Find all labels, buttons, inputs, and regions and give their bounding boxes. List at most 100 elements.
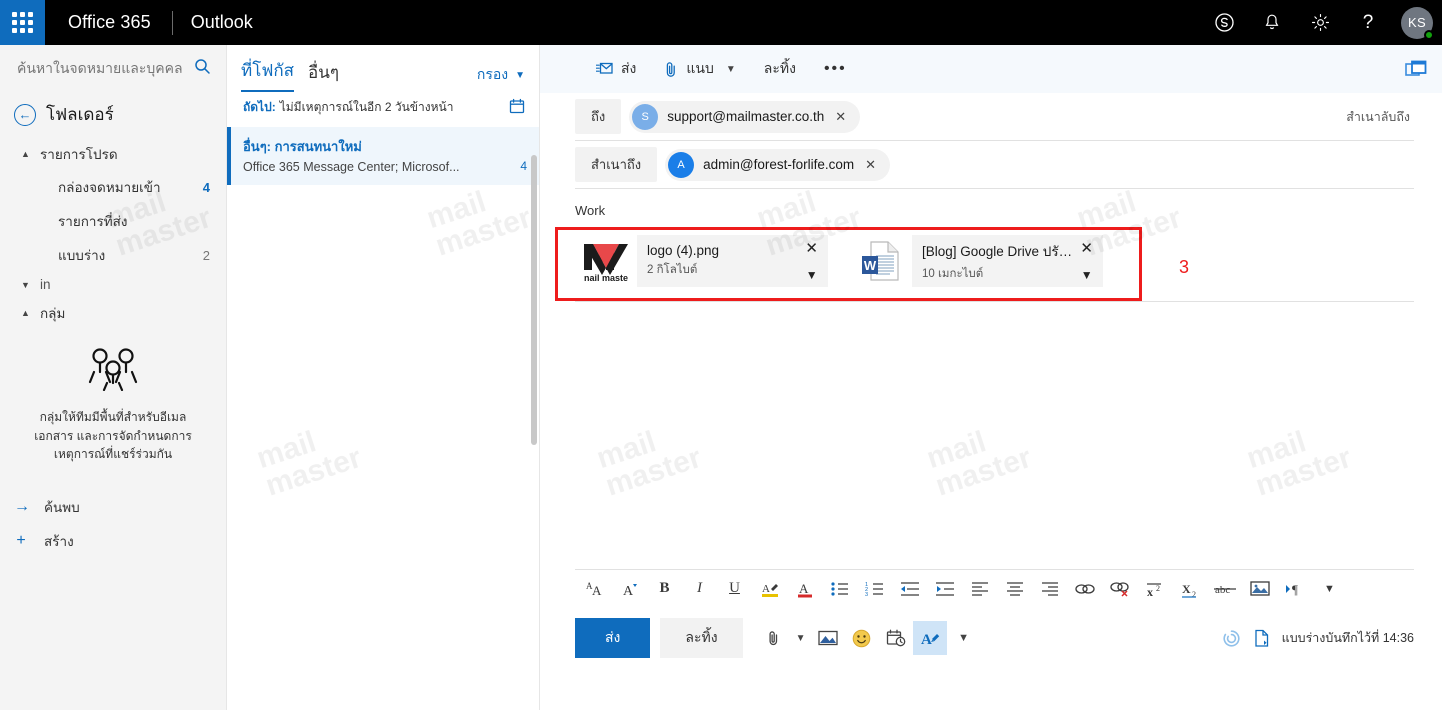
- sidebar-item-drafts[interactable]: แบบร่าง 2: [0, 238, 226, 272]
- remove-link-icon[interactable]: [1102, 572, 1137, 606]
- discard-toolbar-button[interactable]: ละทิ้ง: [750, 52, 810, 86]
- skype-icon[interactable]: [1200, 0, 1248, 45]
- attachment-item[interactable]: nail maste logo (4).png 2 กิโลไบต์ ✕ ▼: [575, 235, 828, 287]
- draft-saved-text: แบบร่างบันทึกไว้ที่ 14:36: [1281, 631, 1414, 645]
- chevron-down-icon[interactable]: ▼: [806, 269, 818, 281]
- insert-link-icon[interactable]: [1067, 572, 1102, 606]
- calendar-icon[interactable]: [509, 98, 525, 117]
- strikethrough-icon[interactable]: abc: [1207, 572, 1242, 606]
- cc-field-row[interactable]: สำเนาถึง A admin@forest-forlife.com ✕: [575, 141, 1414, 189]
- to-field-row[interactable]: ถึง S support@mailmaster.co.th ✕ สำเนาลั…: [575, 93, 1414, 141]
- sidebar-item-sent[interactable]: รายการที่ส่ง: [0, 204, 226, 238]
- compose-pane: ส่ง แนบ ▼ ละทิ้ง ••• ถึง S support@mailm…: [540, 45, 1442, 710]
- italic-icon[interactable]: I: [682, 572, 717, 606]
- app-name-label[interactable]: Outlook: [191, 12, 253, 33]
- emoji-icon[interactable]: [845, 621, 879, 655]
- decrease-indent-icon[interactable]: [892, 572, 927, 606]
- bold-icon[interactable]: B: [647, 572, 682, 606]
- search-icon[interactable]: [190, 58, 214, 80]
- more-ellipsis-icon[interactable]: •••: [810, 58, 861, 80]
- cc-label[interactable]: สำเนาถึง: [575, 147, 658, 182]
- list-item[interactable]: อื่นๆ: การสนทนาใหม่ Office 365 Message C…: [227, 127, 539, 186]
- search-input[interactable]: ค้นหาในจดหมายและบุคคล: [17, 58, 190, 80]
- attach-toolbar-button[interactable]: แนบ ▼: [650, 52, 749, 86]
- search-bar[interactable]: ค้นหาในจดหมายและบุคคล: [0, 45, 226, 93]
- message-list-scrollbar[interactable]: [531, 155, 537, 445]
- sidebar-group-label: in: [40, 277, 51, 292]
- sidebar-group-in[interactable]: ▼ in: [0, 272, 226, 297]
- header-divider: [171, 10, 173, 35]
- help-question-icon[interactable]: ?: [1344, 0, 1392, 45]
- nail-master-logo-thumbnail: nail maste: [575, 235, 637, 287]
- attachment-name: logo (4).png: [647, 243, 720, 258]
- close-icon[interactable]: ✕: [805, 241, 818, 256]
- avatar[interactable]: KS: [1392, 0, 1442, 45]
- annotation-step-number: 3: [1179, 257, 1190, 277]
- attach-toolbar-label: แนบ: [686, 60, 714, 76]
- align-left-icon[interactable]: [962, 572, 997, 606]
- schedule-later-icon[interactable]: [879, 621, 913, 655]
- draft-status: แบบร่างบันทึกไว้ที่ 14:36: [1222, 628, 1414, 648]
- text-direction-icon[interactable]: ¶: [1277, 572, 1312, 606]
- chevron-down-icon: ▼: [21, 279, 30, 290]
- sidebar-item-count: 2: [202, 247, 210, 263]
- send-button[interactable]: ส่ง: [575, 618, 651, 658]
- attachment-item[interactable]: W [Blog] Google Drive ปรับ... 10 เมกะไบต…: [850, 235, 1103, 287]
- discard-button[interactable]: ละทิ้ง: [660, 618, 743, 658]
- font-size-icon[interactable]: AA: [577, 572, 612, 606]
- underline-icon[interactable]: U: [717, 572, 752, 606]
- save-draft-icon[interactable]: [1253, 629, 1270, 648]
- superscript-icon[interactable]: x2: [1137, 572, 1172, 606]
- recipient-pill-to[interactable]: S support@mailmaster.co.th ✕: [629, 100, 861, 133]
- highlight-icon[interactable]: A: [752, 572, 787, 606]
- attachment-actions: ✕ ▼: [801, 241, 828, 281]
- settings-gear-icon[interactable]: [1296, 0, 1344, 45]
- reading-pane-icon[interactable]: [1390, 45, 1442, 93]
- to-label[interactable]: ถึง: [575, 99, 622, 134]
- sidebar-item-create[interactable]: + สร้าง: [0, 524, 226, 558]
- tab-other[interactable]: อื่นๆ: [308, 59, 339, 92]
- more-options-chevron-icon[interactable]: ▼: [947, 621, 981, 655]
- subscript-icon[interactable]: X2: [1172, 572, 1207, 606]
- font-color-size-icon[interactable]: A: [612, 572, 647, 606]
- app-launcher-icon[interactable]: [0, 0, 45, 45]
- subject-field[interactable]: Work: [575, 189, 1414, 231]
- align-right-icon[interactable]: [1032, 572, 1067, 606]
- send-toolbar-button[interactable]: ส่ง: [582, 52, 650, 86]
- next-events-bar[interactable]: ถัดไป: ไม่มีเหตุการณ์ในอีก 2 วันข้างหน้า: [227, 92, 539, 127]
- filter-label: กรอง: [476, 66, 509, 82]
- paperclip-icon: [664, 61, 678, 78]
- insert-picture-icon[interactable]: [811, 621, 845, 655]
- bulleted-list-icon[interactable]: [822, 572, 857, 606]
- sidebar-item-inbox[interactable]: กล่องจดหมายเข้า 4: [0, 170, 226, 204]
- close-icon[interactable]: ✕: [1080, 241, 1093, 256]
- chevron-down-icon[interactable]: ▼: [1081, 269, 1093, 281]
- filter-button[interactable]: กรอง ▼: [477, 64, 525, 92]
- sidebar-item-discover[interactable]: → ค้นพบ: [0, 490, 226, 524]
- sidebar-item-label: กล่องจดหมายเข้า: [58, 180, 161, 195]
- sync-spinner-icon: [1222, 629, 1241, 648]
- formatting-options-icon[interactable]: A: [912, 621, 947, 655]
- font-color-icon[interactable]: A: [787, 572, 822, 606]
- numbered-list-icon[interactable]: 123: [857, 572, 892, 606]
- notifications-bell-icon[interactable]: [1248, 0, 1296, 45]
- attach-file-icon[interactable]: [757, 621, 791, 655]
- message-body-input[interactable]: [575, 301, 1414, 569]
- increase-indent-icon[interactable]: [927, 572, 962, 606]
- chevron-down-icon[interactable]: ▼: [791, 621, 811, 655]
- bcc-toggle-button[interactable]: สำเนาลับถึง: [1346, 107, 1414, 127]
- office-brand-label[interactable]: Office 365: [45, 12, 151, 33]
- sidebar-group-groups[interactable]: ▲ กลุ่ม: [0, 297, 226, 329]
- insert-image-icon[interactable]: [1242, 572, 1277, 606]
- attachment-size: 10 เมกะไบต์: [922, 267, 984, 280]
- back-arrow-icon[interactable]: ←: [14, 103, 36, 126]
- chevron-down-icon: ▼: [515, 69, 525, 81]
- close-icon[interactable]: ✕: [833, 109, 848, 125]
- align-center-icon[interactable]: [997, 572, 1032, 606]
- recipient-address: support@mailmaster.co.th: [667, 109, 825, 124]
- close-icon[interactable]: ✕: [863, 157, 878, 173]
- more-formatting-icon[interactable]: ▼: [1312, 572, 1347, 606]
- sidebar-group-favorites[interactable]: ▲ รายการโปรด: [0, 138, 226, 170]
- recipient-pill-cc[interactable]: A admin@forest-forlife.com ✕: [665, 148, 890, 181]
- tab-focused[interactable]: ที่โฟกัส: [241, 57, 295, 92]
